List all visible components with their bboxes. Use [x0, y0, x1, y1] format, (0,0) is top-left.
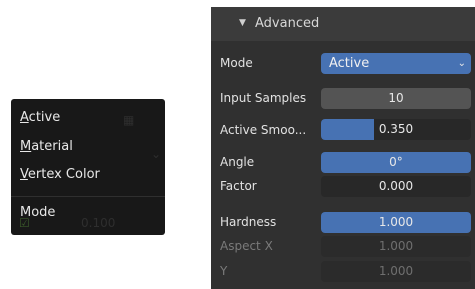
- aspect-y-field: 1.000: [321, 261, 471, 282]
- collapse-triangle-icon[interactable]: ▼: [239, 18, 246, 28]
- hardness-slider[interactable]: 1.000: [321, 212, 471, 233]
- menu-item-vertex-color[interactable]: Vertex Color: [20, 167, 100, 182]
- angle-value: 0°: [389, 155, 403, 169]
- menu-separator: [11, 196, 165, 197]
- factor-label: Factor: [220, 179, 257, 193]
- panel-title: Advanced: [255, 16, 320, 31]
- factor-value: 0.000: [378, 179, 414, 193]
- menu-item-vertex-color-mnemonic: V: [20, 167, 28, 182]
- hardness-value: 1.000: [378, 215, 414, 229]
- menu-item-active-rest: ctive: [28, 110, 61, 125]
- mode-dropdown-value: Active: [329, 56, 370, 71]
- aspect-y-label: Y: [220, 264, 228, 278]
- menu-item-material-mnemonic: M: [20, 139, 32, 154]
- chevron-down-icon: ⌄: [457, 58, 466, 69]
- ghost-value: 0.100: [81, 216, 116, 230]
- active-smoothing-label: Active Smoo...: [220, 123, 307, 137]
- menu-title: Mode: [20, 205, 56, 220]
- menu-item-active[interactable]: Active: [20, 110, 60, 125]
- mode-label: Mode: [220, 56, 253, 70]
- aspect-y-value: 1.000: [378, 264, 414, 278]
- hardness-label: Hardness: [220, 215, 277, 229]
- panel-header[interactable]: ▼ Advanced: [211, 7, 475, 41]
- aspect-x-label: Aspect X: [220, 239, 273, 253]
- menu-item-vertex-color-rest: ertex Color: [27, 167, 100, 182]
- input-samples-label: Input Samples: [220, 91, 307, 105]
- aspect-x-field: 1.000: [321, 236, 471, 257]
- menu-item-active-mnemonic: A: [20, 110, 29, 125]
- mode-dropdown-menu: ▦ ⌄ 0.100 ☑ Active Material Vertex Color…: [11, 99, 165, 235]
- active-smoothing-value: 0.350: [378, 122, 414, 136]
- menu-item-material-rest: aterial: [31, 139, 73, 154]
- aspect-x-value: 1.000: [378, 239, 414, 253]
- menu-item-material[interactable]: Material: [20, 139, 73, 154]
- angle-slider[interactable]: 0°: [321, 152, 471, 173]
- input-samples-field[interactable]: 10: [321, 88, 471, 109]
- input-samples-value: 10: [388, 91, 404, 105]
- angle-label: Angle: [220, 155, 255, 169]
- factor-field[interactable]: 0.000: [321, 176, 471, 197]
- mode-dropdown[interactable]: Active ⌄: [321, 53, 471, 74]
- active-smoothing-fill: [321, 119, 374, 140]
- ghost-chevron-icon: ⌄: [151, 147, 162, 161]
- advanced-panel: ▼ Advanced Mode Active ⌄ Input Samples 1…: [211, 7, 475, 289]
- ghost-grid-icon: ▦: [123, 113, 135, 127]
- active-smoothing-slider[interactable]: 0.350: [321, 119, 471, 140]
